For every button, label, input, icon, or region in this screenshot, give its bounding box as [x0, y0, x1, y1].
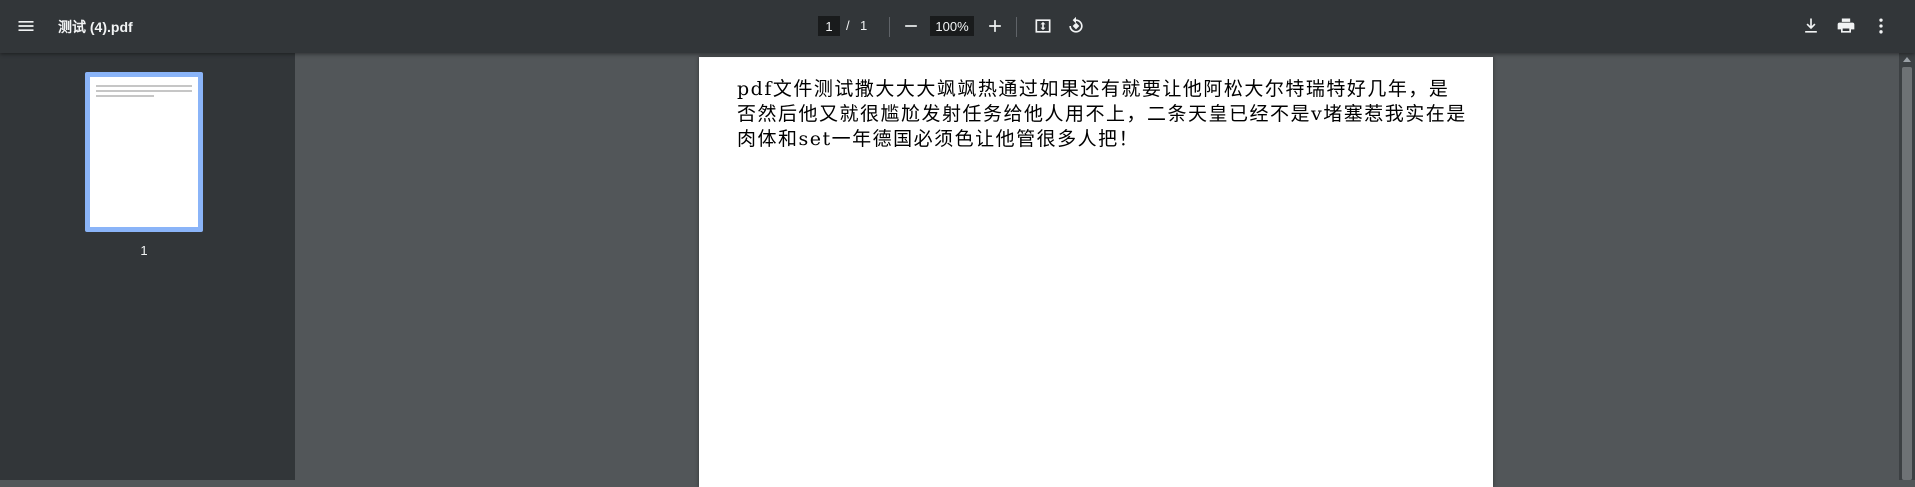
more-vert-icon [1879, 18, 1883, 34]
thumbnail-text-line [96, 95, 154, 97]
document-viewer: pdf文件测试撒大大大飒飒热通过如果还有就要让他阿松大尔特瑞特好几年，是否然后他… [295, 53, 1899, 487]
zoom-in-button[interactable] [979, 10, 1011, 42]
pdf-page: pdf文件测试撒大大大飒飒热通过如果还有就要让他阿松大尔特瑞特好几年，是否然后他… [699, 57, 1493, 487]
toolbar-divider [1016, 17, 1017, 37]
thumbnail-text-line [96, 90, 192, 92]
rotate-button[interactable] [1060, 10, 1092, 42]
print-icon [1837, 18, 1855, 33]
thumbnail-sidebar: 1 [0, 53, 295, 480]
rotate-icon [1069, 16, 1083, 33]
thumbnail-page-preview [90, 77, 198, 227]
menu-button[interactable] [10, 10, 42, 42]
menu-icon [18, 21, 34, 31]
scrollbar-thumb[interactable] [1902, 67, 1912, 480]
fit-page-icon [1035, 19, 1051, 33]
page-thumbnail[interactable] [85, 72, 203, 232]
download-icon [1805, 18, 1817, 33]
vertical-scrollbar[interactable] [1899, 53, 1915, 480]
scroll-up-arrow[interactable] [1903, 57, 1911, 62]
zoom-input[interactable] [930, 16, 974, 36]
page-number-input[interactable] [818, 16, 840, 36]
thumbnail-page-number: 1 [140, 243, 148, 258]
zoom-out-button[interactable] [895, 10, 927, 42]
pdf-toolbar: 测试 (4).pdf / 1 [0, 0, 1915, 53]
thumbnail-text-line [96, 85, 192, 87]
print-button[interactable] [1830, 10, 1862, 42]
fit-page-button[interactable] [1027, 10, 1059, 42]
page-total: 1 [860, 18, 868, 33]
download-button[interactable] [1795, 10, 1827, 42]
document-title: 测试 (4).pdf [58, 19, 133, 35]
more-options-button[interactable] [1865, 10, 1897, 42]
page-separator: / [846, 18, 850, 33]
toolbar-divider [889, 17, 890, 37]
page-text: pdf文件测试撒大大大飒飒热通过如果还有就要让他阿松大尔特瑞特好几年，是否然后他… [737, 78, 1467, 150]
minus-icon [905, 25, 917, 27]
plus-icon [989, 20, 1001, 32]
